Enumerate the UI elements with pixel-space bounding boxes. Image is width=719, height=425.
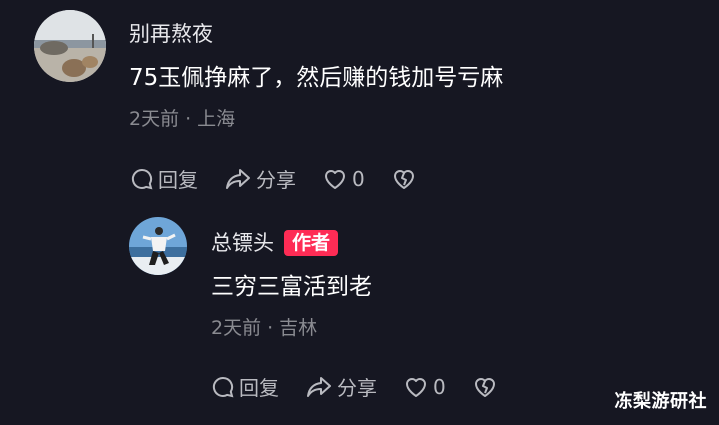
heart-icon	[325, 169, 345, 189]
timestamp: 2天前	[129, 108, 180, 130]
comment-text: 75玉佩挣麻了，然后赚的钱加号亏麻	[129, 65, 504, 91]
comment-meta: 2天前 · 吉林	[211, 315, 372, 341]
action-bar: 回复 分享 0	[130, 164, 443, 193]
reply-button[interactable]: 回复	[130, 164, 198, 193]
avatar[interactable]	[129, 217, 187, 275]
share-button[interactable]: 分享	[224, 164, 296, 193]
share-button[interactable]: 分享	[305, 372, 377, 401]
location: 上海	[197, 108, 236, 130]
comment-section: 别再熬夜 75玉佩挣麻了，然后赚的钱加号亏麻 2天前 · 上海 回复 分享 0 …	[0, 0, 719, 425]
action-bar: 回复 分享 0	[211, 372, 524, 401]
separator: ·	[267, 317, 274, 339]
separator: ·	[185, 108, 192, 130]
like-count: 0	[433, 374, 446, 399]
username[interactable]: 别再熬夜	[129, 20, 503, 48]
author-badge: 作者	[284, 230, 339, 256]
comment-bubble-icon	[131, 168, 153, 189]
watermark: 冻梨游研社	[614, 391, 707, 412]
comment-bubble-icon	[212, 376, 234, 397]
like-button[interactable]: 0	[322, 167, 365, 191]
like-button[interactable]: 0	[403, 375, 446, 399]
location: 吉林	[279, 317, 318, 339]
heart-icon	[406, 377, 426, 397]
dislike-button[interactable]	[472, 375, 498, 399]
username[interactable]: 总镖头 作者	[211, 229, 372, 257]
avatar[interactable]	[34, 10, 106, 82]
dislike-button[interactable]	[391, 167, 417, 191]
broken-heart-icon	[474, 377, 495, 397]
comment-meta: 2天前 · 上海	[129, 106, 503, 132]
share-arrow-icon	[307, 376, 331, 397]
like-count: 0	[352, 166, 365, 191]
timestamp: 2天前	[211, 317, 262, 339]
comment-text: 三穷三富活到老	[211, 274, 372, 300]
share-arrow-icon	[226, 168, 250, 189]
reply-button[interactable]: 回复	[211, 372, 279, 401]
broken-heart-icon	[393, 169, 414, 189]
